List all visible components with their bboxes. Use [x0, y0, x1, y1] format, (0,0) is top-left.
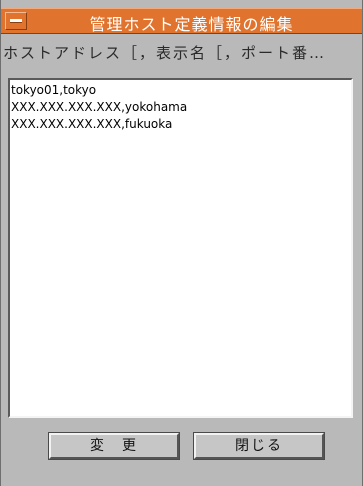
column-header-label: ホストアドレス［，表示名［，ポート番… [3, 44, 327, 62]
text-line: XXX.XXX.XXX.XXX,yokohama [11, 100, 188, 114]
text-line: XXX.XXX.XXX.XXX,fukuoka [11, 117, 173, 131]
change-button[interactable]: 変更 [48, 432, 180, 460]
text-line: tokyo01,tokyo [11, 83, 97, 97]
host-definition-textarea[interactable]: tokyo01,tokyo XXX.XXX.XXX.XXX,yokohama X… [8, 78, 353, 418]
dialog-window: 管理ホスト定義情報の編集 ホストアドレス［，表示名［，ポート番… tokyo01… [0, 0, 363, 486]
title-bar[interactable]: 管理ホスト定義情報の編集 [1, 8, 362, 34]
close-button[interactable]: 閉じる [193, 432, 325, 460]
window-title: 管理ホスト定義情報の編集 [89, 15, 294, 34]
